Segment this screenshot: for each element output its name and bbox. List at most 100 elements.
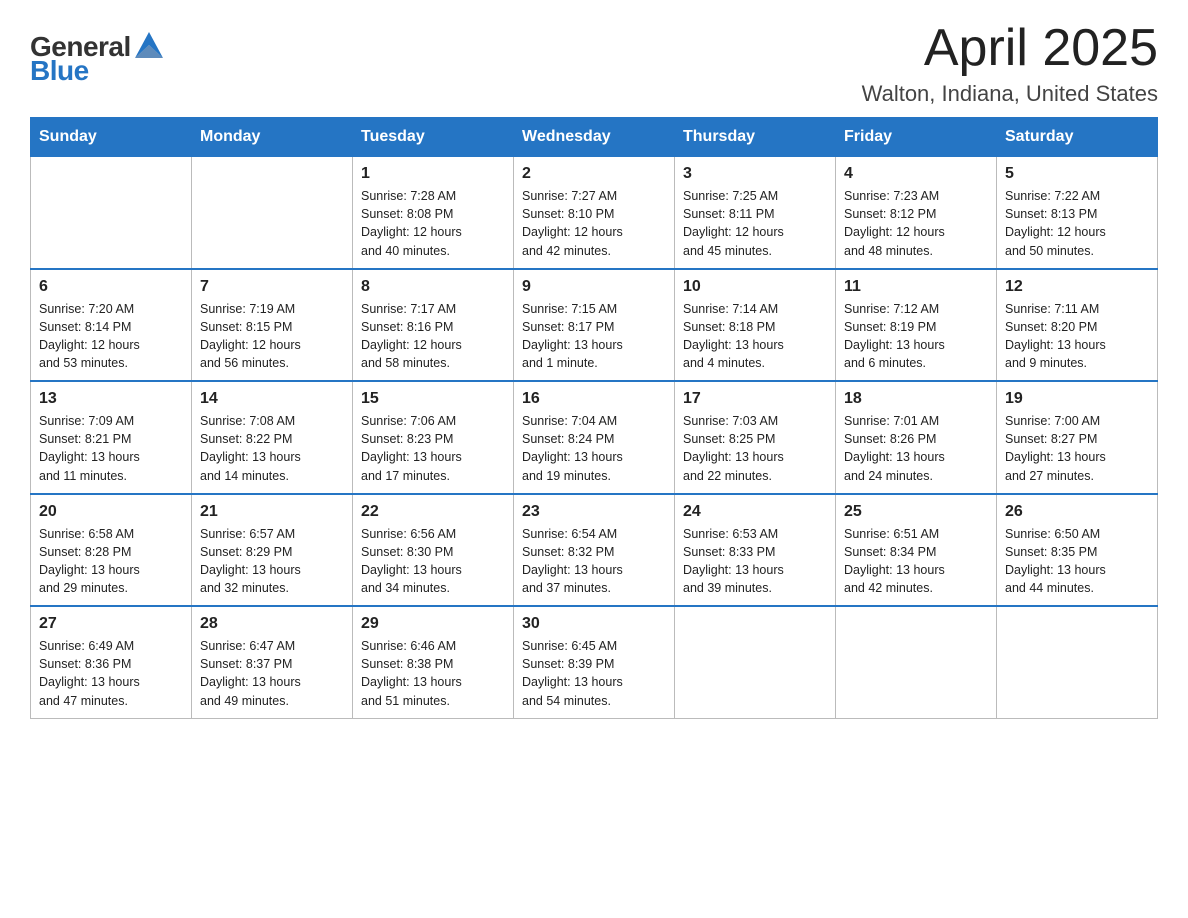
day-number: 12 <box>1005 278 1149 296</box>
calendar-cell: 30 Sunrise: 6:45 AM Sunset: 8:39 PM Dayli… <box>514 606 675 718</box>
calendar-cell <box>836 606 997 718</box>
day-number: 20 <box>39 503 183 521</box>
day-info: Sunrise: 6:53 AM Sunset: 8:33 PM Dayligh… <box>683 525 827 598</box>
day-number: 23 <box>522 503 666 521</box>
day-info: Sunrise: 7:11 AM Sunset: 8:20 PM Dayligh… <box>1005 300 1149 373</box>
day-info: Sunrise: 6:57 AM Sunset: 8:29 PM Dayligh… <box>200 525 344 598</box>
day-number: 11 <box>844 278 988 296</box>
calendar-cell: 7 Sunrise: 7:19 AM Sunset: 8:15 PM Daylig… <box>192 269 353 382</box>
day-info: Sunrise: 6:54 AM Sunset: 8:32 PM Dayligh… <box>522 525 666 598</box>
day-info: Sunrise: 6:49 AM Sunset: 8:36 PM Dayligh… <box>39 637 183 710</box>
day-number: 9 <box>522 278 666 296</box>
calendar-cell: 12 Sunrise: 7:11 AM Sunset: 8:20 PM Dayli… <box>997 269 1158 382</box>
calendar-cell <box>192 157 353 269</box>
day-info: Sunrise: 7:09 AM Sunset: 8:21 PM Dayligh… <box>39 412 183 485</box>
calendar-cell: 28Sunrise: 6:47 AM Sunset: 8:37 PM Dayli… <box>192 606 353 718</box>
day-number: 4 <box>844 165 988 183</box>
calendar-cell: 8Sunrise: 7:17 AM Sunset: 8:16 PM Daylig… <box>353 269 514 382</box>
calendar-cell: 19 Sunrise: 7:00 AM Sunset: 8:27 PM Dayli… <box>997 381 1158 494</box>
calendar-cell: 27 Sunrise: 6:49 AM Sunset: 8:36 PM Dayli… <box>31 606 192 718</box>
calendar-cell <box>675 606 836 718</box>
day-info: Sunrise: 7:28 AM Sunset: 8:08 PM Dayligh… <box>361 187 505 260</box>
day-info: Sunrise: 6:45 AM Sunset: 8:39 PM Dayligh… <box>522 637 666 710</box>
calendar-cell: 15Sunrise: 7:06 AM Sunset: 8:23 PM Dayli… <box>353 381 514 494</box>
day-info: Sunrise: 6:58 AM Sunset: 8:28 PM Dayligh… <box>39 525 183 598</box>
calendar-cell: 21 Sunrise: 6:57 AM Sunset: 8:29 PM Dayli… <box>192 494 353 607</box>
day-info: Sunrise: 6:50 AM Sunset: 8:35 PM Dayligh… <box>1005 525 1149 598</box>
day-number: 28 <box>200 615 344 633</box>
calendar-cell: 10Sunrise: 7:14 AM Sunset: 8:18 PM Dayli… <box>675 269 836 382</box>
day-number: 27 <box>39 615 183 633</box>
calendar-cell: 3 Sunrise: 7:25 AM Sunset: 8:11 PM Daylig… <box>675 157 836 269</box>
logo-blue-text: Blue <box>30 55 89 87</box>
day-number: 10 <box>683 278 827 296</box>
calendar-cell <box>997 606 1158 718</box>
header: General Blue April 2025 Walton, Indiana,… <box>30 20 1158 107</box>
calendar-header-sunday: Sunday <box>31 118 192 157</box>
day-number: 21 <box>200 503 344 521</box>
day-number: 13 <box>39 390 183 408</box>
calendar-week-row: 20 Sunrise: 6:58 AM Sunset: 8:28 PM Dayli… <box>31 494 1158 607</box>
calendar-cell: 4 Sunrise: 7:23 AM Sunset: 8:12 PM Daylig… <box>836 157 997 269</box>
day-number: 2 <box>522 165 666 183</box>
calendar-cell: 17 Sunrise: 7:03 AM Sunset: 8:25 PM Dayli… <box>675 381 836 494</box>
day-number: 19 <box>1005 390 1149 408</box>
day-info: Sunrise: 7:22 AM Sunset: 8:13 PM Dayligh… <box>1005 187 1149 260</box>
day-info: Sunrise: 7:03 AM Sunset: 8:25 PM Dayligh… <box>683 412 827 485</box>
day-number: 3 <box>683 165 827 183</box>
day-info: Sunrise: 7:23 AM Sunset: 8:12 PM Dayligh… <box>844 187 988 260</box>
calendar-header-tuesday: Tuesday <box>353 118 514 157</box>
day-info: Sunrise: 7:01 AM Sunset: 8:26 PM Dayligh… <box>844 412 988 485</box>
calendar-cell: 23 Sunrise: 6:54 AM Sunset: 8:32 PM Dayli… <box>514 494 675 607</box>
day-number: 15 <box>361 390 505 408</box>
calendar-cell: 26Sunrise: 6:50 AM Sunset: 8:35 PM Dayli… <box>997 494 1158 607</box>
calendar-cell: 25 Sunrise: 6:51 AM Sunset: 8:34 PM Dayli… <box>836 494 997 607</box>
calendar-header-row: SundayMondayTuesdayWednesdayThursdayFrid… <box>31 118 1158 157</box>
calendar-cell: 13 Sunrise: 7:09 AM Sunset: 8:21 PM Dayli… <box>31 381 192 494</box>
day-info: Sunrise: 7:19 AM Sunset: 8:15 PM Dayligh… <box>200 300 344 373</box>
calendar-cell: 24 Sunrise: 6:53 AM Sunset: 8:33 PM Dayli… <box>675 494 836 607</box>
day-info: Sunrise: 6:51 AM Sunset: 8:34 PM Dayligh… <box>844 525 988 598</box>
calendar-week-row: 13 Sunrise: 7:09 AM Sunset: 8:21 PM Dayli… <box>31 381 1158 494</box>
calendar-cell: 6Sunrise: 7:20 AM Sunset: 8:14 PM Daylig… <box>31 269 192 382</box>
day-info: Sunrise: 7:00 AM Sunset: 8:27 PM Dayligh… <box>1005 412 1149 485</box>
day-info: Sunrise: 7:08 AM Sunset: 8:22 PM Dayligh… <box>200 412 344 485</box>
day-info: Sunrise: 6:56 AM Sunset: 8:30 PM Dayligh… <box>361 525 505 598</box>
day-number: 24 <box>683 503 827 521</box>
calendar-header-friday: Friday <box>836 118 997 157</box>
page-subtitle: Walton, Indiana, United States <box>862 81 1158 107</box>
day-number: 5 <box>1005 165 1149 183</box>
day-info: Sunrise: 7:12 AM Sunset: 8:19 PM Dayligh… <box>844 300 988 373</box>
calendar-cell: 11 Sunrise: 7:12 AM Sunset: 8:19 PM Dayli… <box>836 269 997 382</box>
calendar-week-row: 27 Sunrise: 6:49 AM Sunset: 8:36 PM Dayli… <box>31 606 1158 718</box>
day-info: Sunrise: 7:25 AM Sunset: 8:11 PM Dayligh… <box>683 187 827 260</box>
day-info: Sunrise: 7:20 AM Sunset: 8:14 PM Dayligh… <box>39 300 183 373</box>
calendar-cell: 29Sunrise: 6:46 AM Sunset: 8:38 PM Dayli… <box>353 606 514 718</box>
calendar-week-row: 6Sunrise: 7:20 AM Sunset: 8:14 PM Daylig… <box>31 269 1158 382</box>
calendar-cell: 14 Sunrise: 7:08 AM Sunset: 8:22 PM Dayli… <box>192 381 353 494</box>
day-number: 1 <box>361 165 505 183</box>
calendar-cell <box>31 157 192 269</box>
day-number: 29 <box>361 615 505 633</box>
page-title: April 2025 <box>862 20 1158 77</box>
day-number: 16 <box>522 390 666 408</box>
title-block: April 2025 Walton, Indiana, United State… <box>862 20 1158 107</box>
calendar-cell: 20 Sunrise: 6:58 AM Sunset: 8:28 PM Dayli… <box>31 494 192 607</box>
calendar-header-monday: Monday <box>192 118 353 157</box>
calendar-cell: 2 Sunrise: 7:27 AM Sunset: 8:10 PM Daylig… <box>514 157 675 269</box>
day-info: Sunrise: 7:15 AM Sunset: 8:17 PM Dayligh… <box>522 300 666 373</box>
day-info: Sunrise: 7:27 AM Sunset: 8:10 PM Dayligh… <box>522 187 666 260</box>
day-info: Sunrise: 7:17 AM Sunset: 8:16 PM Dayligh… <box>361 300 505 373</box>
logo-triangle-icon <box>135 32 163 58</box>
day-number: 17 <box>683 390 827 408</box>
calendar-header-thursday: Thursday <box>675 118 836 157</box>
day-number: 30 <box>522 615 666 633</box>
day-number: 7 <box>200 278 344 296</box>
calendar-cell: 5 Sunrise: 7:22 AM Sunset: 8:13 PM Daylig… <box>997 157 1158 269</box>
calendar-table: SundayMondayTuesdayWednesdayThursdayFrid… <box>30 117 1158 719</box>
day-number: 18 <box>844 390 988 408</box>
day-number: 25 <box>844 503 988 521</box>
calendar-header-wednesday: Wednesday <box>514 118 675 157</box>
day-number: 22 <box>361 503 505 521</box>
day-number: 14 <box>200 390 344 408</box>
